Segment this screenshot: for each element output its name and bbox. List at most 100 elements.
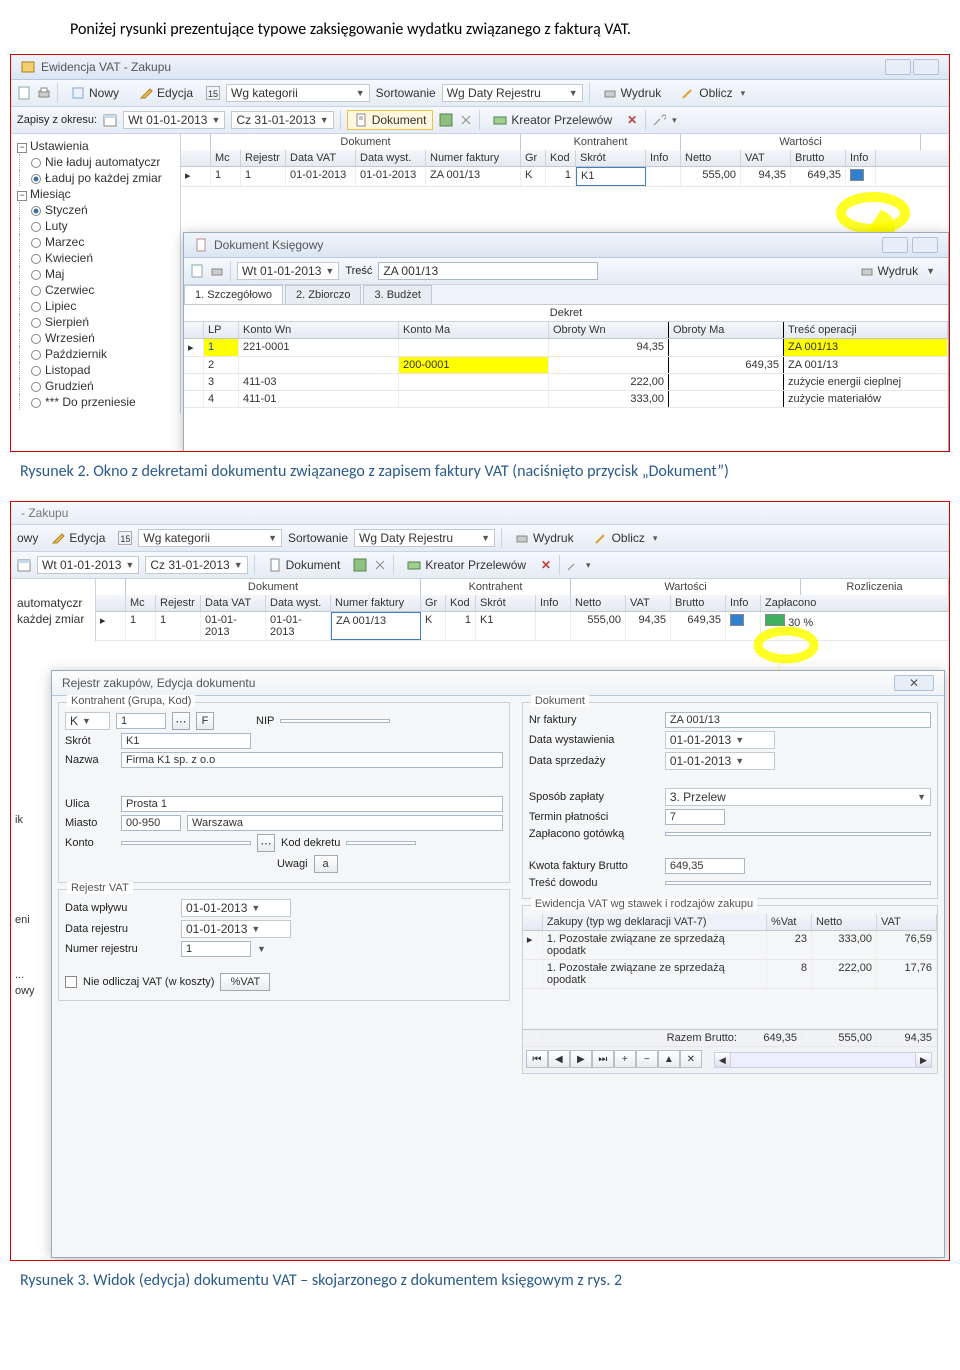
tree-ustawienia[interactable]: −Ustawienia — [13, 138, 178, 154]
tree-month-wrzesien[interactable]: Wrzesień — [13, 330, 178, 346]
delete-icon[interactable]: ✕ — [539, 558, 553, 572]
nav-remove-icon[interactable]: − — [636, 1050, 658, 1068]
zaplacono-input[interactable] — [665, 832, 931, 836]
col-info[interactable]: Info — [536, 595, 571, 611]
icol-oma[interactable]: Obroty Ma — [669, 322, 784, 338]
minimize-button[interactable] — [885, 59, 911, 75]
nav-last-icon[interactable]: ⏭ — [592, 1050, 614, 1068]
col-skrot[interactable]: Skrót — [576, 150, 646, 166]
page-icon[interactable] — [17, 86, 31, 100]
maximize-button[interactable] — [913, 59, 939, 75]
dokument-button[interactable]: Dokument — [347, 110, 434, 130]
tools-icon[interactable] — [652, 113, 666, 127]
f-button[interactable]: F — [196, 712, 214, 730]
dekret-row[interactable]: 2 200-0001 649,35 ZA 001/13 — [184, 357, 948, 374]
chevron-down-icon[interactable]: ▼ — [257, 944, 266, 954]
num-icon[interactable]: 15 — [118, 531, 132, 545]
print-icon[interactable] — [37, 86, 51, 100]
col-zaplacono[interactable]: Zapłacono — [761, 595, 949, 611]
xvat-button[interactable]: %VAT — [220, 973, 270, 991]
col-data-wyst[interactable]: Data wyst. — [356, 150, 426, 166]
col-data-vat[interactable]: Data VAT — [201, 595, 266, 611]
sort-dropdown[interactable]: Wg Daty Rejestru▼ — [442, 84, 583, 102]
ulica-input[interactable]: Prosta 1 — [121, 796, 503, 812]
col-info2[interactable]: Info — [726, 595, 761, 611]
data-row[interactable]: ▸ 1 1 01-01-2013 01-01-2013 ZA 001/13 K … — [181, 167, 949, 187]
data-rejestru-input[interactable]: 01-01-2013▼ — [181, 920, 291, 938]
category-dropdown[interactable]: Wg kategorii▼ — [226, 84, 370, 102]
category-dropdown[interactable]: Wg kategorii▼ — [138, 529, 282, 547]
col-brutto[interactable]: Brutto — [791, 150, 846, 166]
tree-laduj-po[interactable]: Ładuj po każdej zmiar — [13, 170, 178, 186]
lookup-button[interactable]: ⋯ — [172, 712, 190, 730]
tab-szczegolowo[interactable]: 1. Szczegółowo — [184, 285, 283, 304]
col-netto[interactable]: Netto — [812, 914, 877, 930]
num-icon[interactable]: 15 — [206, 86, 220, 100]
col-data-wyst[interactable]: Data wyst. — [266, 595, 331, 611]
col-vat[interactable]: VAT — [626, 595, 671, 611]
edycja-button[interactable]: Edycja — [132, 83, 200, 103]
calendar-icon[interactable] — [103, 113, 117, 127]
kreator-button[interactable]: Kreator Przelewów — [486, 110, 619, 130]
nav-next-icon[interactable]: ▶ — [570, 1050, 592, 1068]
numer-rejestru-input[interactable]: 1 — [181, 941, 251, 957]
data-wyst-input[interactable]: 01-01-2013▼ — [665, 731, 775, 749]
col-info2[interactable]: Info — [846, 150, 876, 166]
tresc-input[interactable]: ZA 001/13 — [378, 262, 598, 280]
tree-month-luty[interactable]: Luty — [13, 218, 178, 234]
tree-month-styczen[interactable]: Styczeń — [13, 202, 178, 218]
nav-cancel-icon[interactable]: ✕ — [680, 1050, 702, 1068]
col-netto[interactable]: Netto — [681, 150, 741, 166]
tab-budzet[interactable]: 3. Budżet — [363, 285, 431, 304]
tree-miesiac[interactable]: −Miesiąc — [13, 186, 178, 202]
edycja-button[interactable]: Edycja — [44, 528, 112, 548]
data-sprz-input[interactable]: 01-01-2013▼ — [665, 752, 775, 770]
nav-first-icon[interactable]: ⏮ — [526, 1050, 548, 1068]
col-pvat[interactable]: %Vat — [767, 914, 812, 930]
close-button[interactable]: ✕ — [894, 675, 934, 691]
maximize-button[interactable] — [912, 237, 938, 253]
date-from[interactable]: Wt 01-01-2013▼ — [37, 556, 139, 574]
green-icon[interactable] — [439, 113, 453, 127]
delete-icon[interactable]: ✕ — [625, 113, 639, 127]
green-icon[interactable] — [353, 558, 367, 572]
konto-input[interactable] — [121, 841, 251, 845]
oblicz-button[interactable]: Oblicz▾ — [674, 83, 752, 103]
inner-wydruk-button[interactable]: Wydruk▼ — [853, 261, 943, 281]
kwota-brutto-input[interactable]: 649,35 — [665, 858, 745, 874]
tree-month-sierpien[interactable]: Sierpień — [13, 314, 178, 330]
icol-own[interactable]: Obroty Wn — [549, 322, 669, 338]
sposob-zap-select[interactable]: 3. Przelew▼ — [665, 788, 931, 806]
nr-faktury-input[interactable]: ZA 001/13 — [665, 712, 931, 728]
oblicz-button[interactable]: Oblicz▾ — [587, 528, 665, 548]
col-vat2[interactable]: VAT — [877, 914, 937, 930]
date-from[interactable]: Wt 01-01-2013▼ — [123, 111, 225, 129]
grupa-select[interactable]: K▼ — [65, 712, 110, 730]
col-rejestr[interactable]: Rejestr — [241, 150, 286, 166]
skrot-input[interactable]: K1 — [121, 733, 251, 749]
nie-odliczaj-checkbox[interactable] — [65, 976, 77, 988]
date-to[interactable]: Cz 31-01-2013▼ — [145, 556, 247, 574]
tree-month-pazdziernik[interactable]: Październik — [13, 346, 178, 362]
konto-lookup[interactable]: ⋯ — [257, 834, 275, 852]
col-numer[interactable]: Numer faktury — [331, 595, 421, 611]
kodpoczt-input[interactable]: 00-950 — [121, 815, 181, 831]
nav-add-icon[interactable]: + — [614, 1050, 636, 1068]
tree-nie-laduj[interactable]: Nie ładuj automatyczr — [13, 154, 178, 170]
tool-icon[interactable] — [373, 558, 387, 572]
wydruk-button[interactable]: Wydruk — [596, 83, 669, 103]
col-info[interactable]: Info — [646, 150, 681, 166]
wydruk-button[interactable]: Wydruk — [508, 528, 581, 548]
col-vat[interactable]: VAT — [741, 150, 791, 166]
col-gr[interactable]: Gr — [421, 595, 446, 611]
col-kod[interactable]: Kod — [446, 595, 476, 611]
ewid-row[interactable]: ▸ 1. Pozostałe związane ze sprzedażą opo… — [523, 931, 937, 960]
date-to[interactable]: Cz 31-01-2013▼ — [231, 111, 333, 129]
dokument-button[interactable]: Dokument — [261, 555, 348, 575]
col-data-vat[interactable]: Data VAT — [286, 150, 356, 166]
nazwa-input[interactable]: Firma K1 sp. z o.o — [121, 752, 503, 768]
dekret-row[interactable]: ▸ 1 221-0001 94,35 ZA 001/13 — [184, 339, 948, 357]
miasto-input[interactable]: Warszawa — [187, 815, 503, 831]
termin-input[interactable]: 7 — [665, 809, 725, 825]
tools-icon[interactable] — [566, 558, 580, 572]
